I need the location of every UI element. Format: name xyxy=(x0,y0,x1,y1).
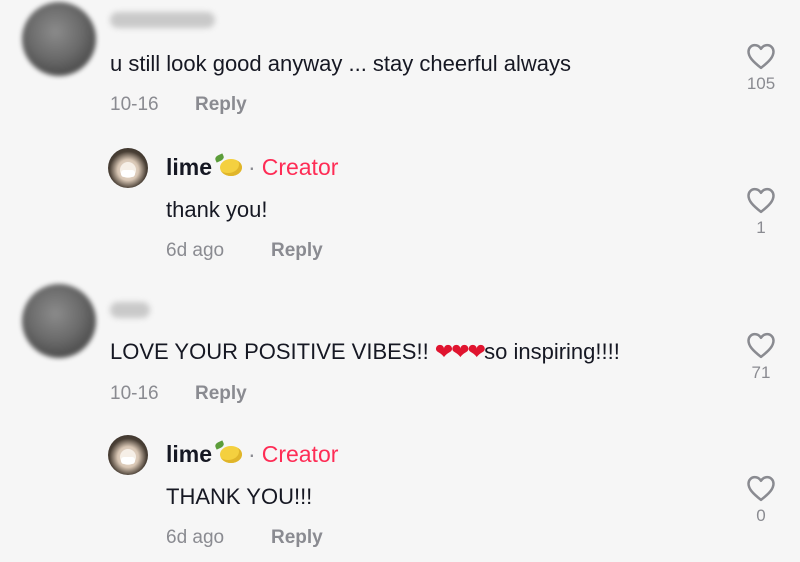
heart-icon xyxy=(747,332,775,359)
reply-date: 6d ago xyxy=(166,527,225,548)
username-blurred[interactable] xyxy=(110,302,150,318)
reply-button[interactable]: Reply xyxy=(271,527,323,549)
comment-2: LOVE YOUR POSITIVE VIBES!! ❤❤❤so inspiri… xyxy=(0,0,800,562)
red-heart-emojis: ❤❤❤ xyxy=(434,339,486,364)
reply-button[interactable]: Reply xyxy=(195,383,247,405)
reply-author[interactable]: lime · Creator xyxy=(166,441,338,468)
like-button[interactable]: 0 xyxy=(741,474,781,526)
comment-date: 10-16 xyxy=(110,383,159,404)
like-count: 0 xyxy=(756,506,766,525)
avatar[interactable] xyxy=(22,284,96,358)
reply-text: THANK YOU!!! xyxy=(166,484,313,509)
like-button[interactable]: 71 xyxy=(741,331,781,383)
creator-avatar[interactable] xyxy=(108,435,148,475)
lemon-icon xyxy=(220,446,243,463)
like-count: 71 xyxy=(751,363,771,382)
heart-icon xyxy=(747,475,775,502)
creator-badge: Creator xyxy=(261,441,339,467)
comment-text: LOVE YOUR POSITIVE VIBES!! ❤❤❤so inspiri… xyxy=(110,339,620,364)
